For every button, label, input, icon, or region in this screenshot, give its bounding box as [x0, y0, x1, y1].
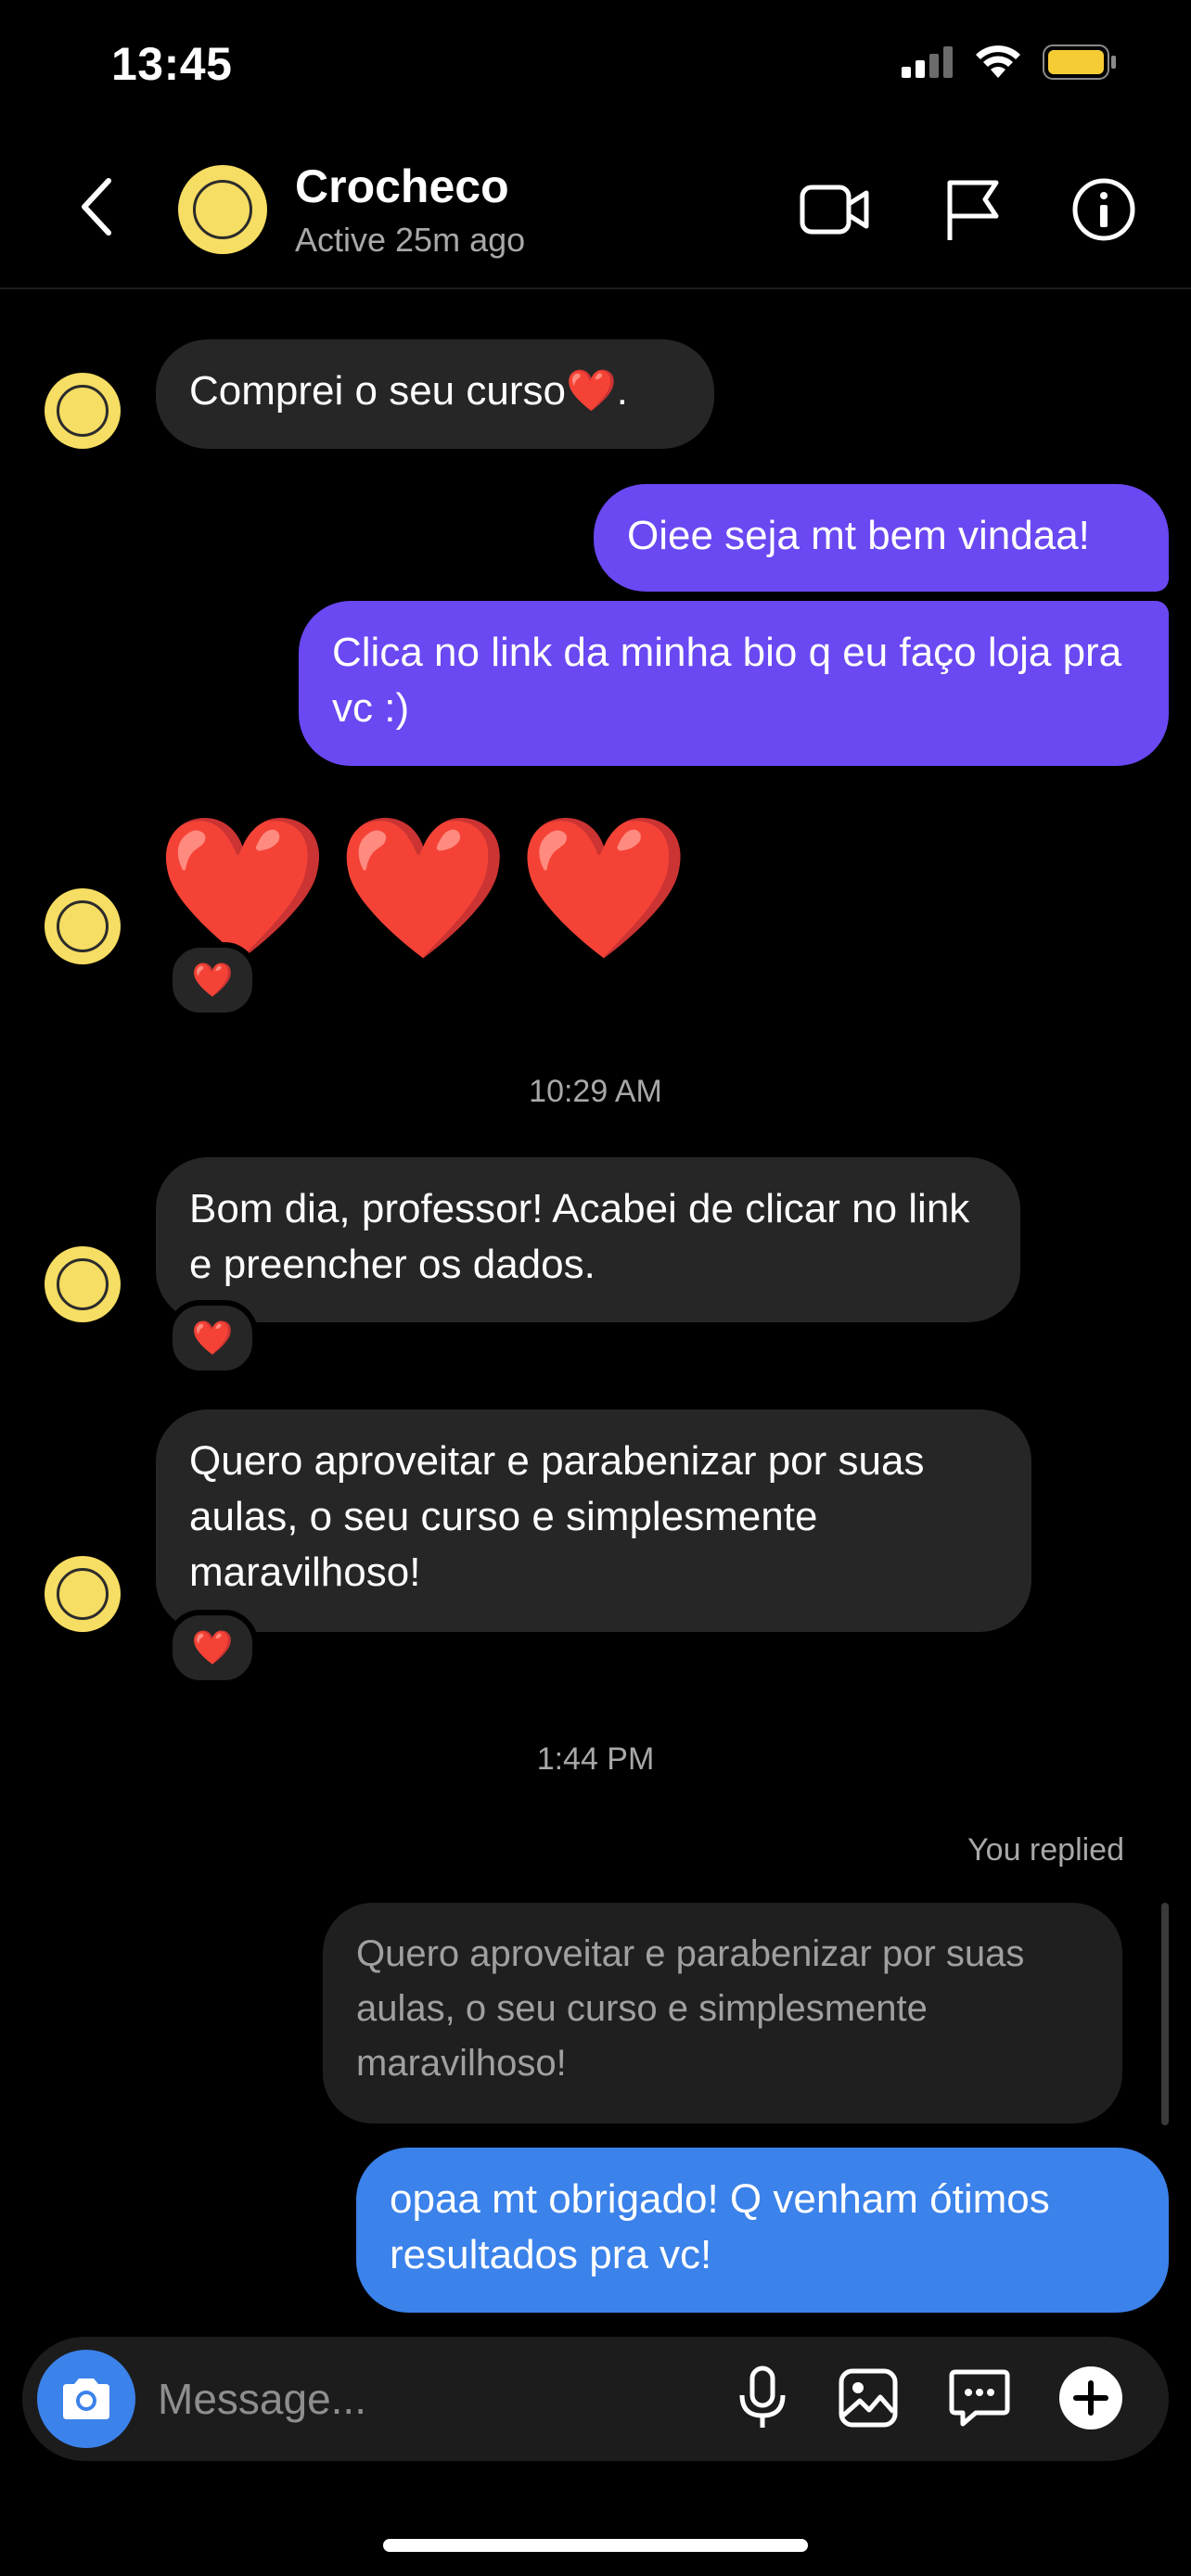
report-button[interactable] [935, 172, 1009, 247]
sticker-icon [949, 2369, 1010, 2427]
sender-avatar[interactable] [45, 888, 121, 964]
scrollbar[interactable] [1161, 1903, 1169, 2125]
status-icons [902, 45, 1117, 80]
voice-message-button[interactable] [725, 2361, 800, 2435]
camera-button[interactable] [37, 2350, 135, 2448]
more-button[interactable] [1054, 2361, 1128, 2435]
video-call-button[interactable] [798, 172, 872, 247]
signal-icon [902, 46, 953, 78]
gallery-button[interactable] [831, 2361, 905, 2435]
status-time: 13:45 [111, 38, 233, 90]
incoming-message[interactable]: Comprei o seu curso❤️. [156, 339, 714, 449]
back-button[interactable] [65, 174, 130, 239]
video-call-icon [800, 185, 869, 235]
incoming-message[interactable]: Bom dia, professor! Acabei de clicar no … [156, 1157, 1020, 1322]
camera-icon [63, 2378, 109, 2419]
sender-avatar[interactable] [45, 373, 121, 449]
message-input[interactable] [156, 2370, 679, 2428]
sender-avatar[interactable] [45, 1246, 121, 1322]
sticker-button[interactable] [942, 2361, 1017, 2435]
battery-icon [1043, 45, 1116, 80]
add-icon [1059, 2366, 1122, 2429]
reply-label: You replied [967, 1832, 1124, 1868]
info-icon [1072, 178, 1135, 241]
flag-icon [947, 180, 999, 240]
reaction-badge[interactable]: ❤️ [167, 942, 258, 1018]
chat-title[interactable]: Crocheco [295, 159, 509, 213]
emoji-message[interactable]: ❤️❤️❤️ [156, 809, 698, 966]
reaction-badge[interactable]: ❤️ [167, 1300, 258, 1376]
active-status: Active 25m ago [295, 221, 526, 259]
info-button[interactable] [1067, 172, 1141, 247]
outgoing-message[interactable]: Oiee seja mt bem vindaa! [594, 484, 1169, 592]
quoted-message[interactable]: Quero aproveitar e parabenizar por suas … [323, 1903, 1122, 2123]
reaction-badge[interactable]: ❤️ [167, 1610, 258, 1686]
home-indicator[interactable] [383, 2539, 808, 2552]
gallery-icon [839, 2368, 898, 2428]
back-icon [82, 178, 111, 236]
timestamp: 1:44 PM [536, 1741, 655, 1777]
timestamp: 10:29 AM [529, 1074, 662, 1109]
wifi-icon [976, 45, 1020, 78]
header-avatar[interactable] [178, 165, 267, 254]
incoming-message[interactable]: Quero aproveitar e parabenizar por suas … [156, 1409, 1031, 1632]
sender-avatar[interactable] [45, 1556, 121, 1632]
outgoing-message[interactable]: Clica no link da minha bio q eu faço loj… [299, 601, 1169, 766]
outgoing-message[interactable]: opaa mt obrigado! Q venham ótimos result… [356, 2148, 1169, 2313]
microphone-icon [739, 2366, 786, 2428]
